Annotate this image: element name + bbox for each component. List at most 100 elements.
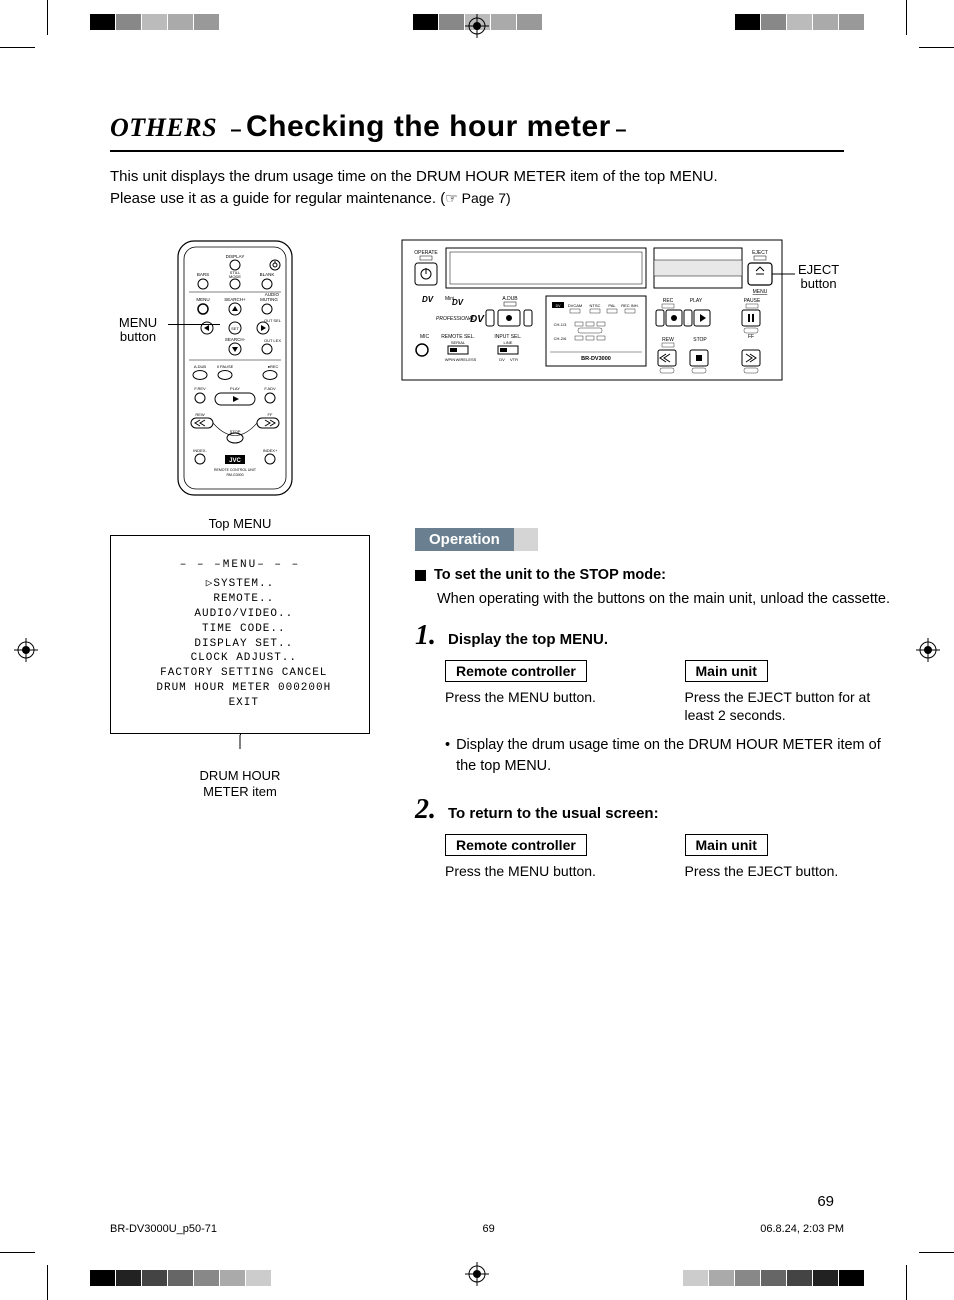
svg-text:OUT SEL: OUT SEL — [264, 318, 282, 323]
crop-mark — [906, 1265, 907, 1300]
eject-button-label: button — [801, 276, 837, 291]
step2-main-text: Press the EJECT button. — [685, 862, 895, 881]
remote-label: DISPLAY — [226, 254, 245, 259]
svg-text:FF: FF — [748, 334, 754, 340]
section-label: OTHERS — [110, 113, 217, 142]
intro-text: This unit displays the drum usage time o… — [110, 166, 844, 210]
svg-text:PAL: PAL — [608, 303, 616, 308]
registration-mark-icon — [14, 638, 38, 662]
svg-text:BR-DV3000: BR-DV3000 — [581, 356, 611, 362]
step1-remote-text: Press the MENU button. — [445, 688, 655, 707]
crop-mark — [47, 1265, 48, 1300]
menu-item: CLOCK ADJUST.. — [183, 652, 297, 664]
svg-text:REW: REW — [195, 412, 205, 417]
svg-text:BARS: BARS — [197, 272, 209, 277]
svg-text:SEARCH-: SEARCH- — [225, 337, 246, 342]
print-gray-bar — [90, 1270, 271, 1286]
svg-text:PLAY: PLAY — [690, 298, 703, 304]
drum-hour-label: DRUM HOUR — [200, 768, 281, 783]
page-title: Checking the hour meter — [246, 110, 611, 143]
stop-mode-heading: To set the unit to the STOP mode: — [434, 565, 666, 585]
print-gray-bar — [683, 1270, 864, 1286]
svg-text:MUTING: MUTING — [260, 297, 278, 302]
svg-text:F.ADV: F.ADV — [264, 386, 276, 391]
menu-item: REMOTE.. — [206, 593, 274, 605]
svg-text:JVC: JVC — [229, 458, 241, 464]
svg-text:EJECT: EJECT — [752, 250, 768, 256]
crop-mark — [919, 47, 954, 48]
top-menu-label: Top MENU — [110, 516, 370, 531]
svg-text:PAUSE: PAUSE — [744, 298, 761, 304]
svg-text:MODE: MODE — [229, 274, 241, 279]
operation-section: Operation To set the unit to the STOP mo… — [415, 510, 894, 881]
menu-button-label: MENU — [119, 315, 157, 330]
svg-text:INDEX+: INDEX+ — [263, 448, 278, 453]
menu-item: DRUM HOUR METER 000200H — [149, 682, 331, 694]
remote-controller-label: Remote controller — [445, 660, 587, 682]
svg-text:RM-G3000: RM-G3000 — [226, 473, 243, 477]
svg-text:MENU: MENU — [196, 297, 209, 302]
leader-line — [110, 735, 370, 753]
menu-item: EXIT — [221, 697, 259, 709]
svg-text:MENU: MENU — [753, 289, 768, 295]
svg-text:CH-2/6: CH-2/6 — [554, 336, 567, 341]
heading-tail — [514, 528, 538, 551]
svg-text:DV: DV — [452, 298, 464, 307]
svg-text:REC INH.: REC INH. — [621, 303, 639, 308]
svg-text:INDEX-: INDEX- — [193, 448, 207, 453]
remote-controller-figure: MENU button DISPLAY BARS STILL MODE BLAN… — [110, 238, 360, 801]
svg-text:A.DUB: A.DUB — [194, 364, 207, 369]
step-number: 2. — [415, 794, 436, 826]
menu-item: DISPLAY SET.. — [187, 638, 293, 650]
svg-text:DV: DV — [470, 314, 485, 325]
main-unit-label: Main unit — [685, 660, 768, 682]
svg-text:BLANK: BLANK — [260, 272, 275, 277]
stop-mode-body: When operating with the buttons on the m… — [437, 589, 894, 609]
menu-button-label: button — [120, 329, 156, 344]
svg-text:REMOTE CONTROL UNIT: REMOTE CONTROL UNIT — [214, 468, 257, 472]
step-title: To return to the usual screen: — [448, 805, 659, 822]
svg-text:●REC: ●REC — [268, 364, 279, 369]
svg-text:DVCAM: DVCAM — [568, 303, 582, 308]
svg-text:II PAUSE: II PAUSE — [217, 364, 234, 369]
operation-heading: Operation — [415, 528, 514, 551]
crop-mark — [919, 1252, 954, 1253]
dash: – — [615, 119, 626, 141]
page-number: 69 — [817, 1193, 834, 1210]
svg-text:VTR: VTR — [510, 357, 518, 362]
registration-mark-icon — [465, 14, 489, 38]
svg-text:SERIAL: SERIAL — [451, 340, 466, 345]
footer-filename: BR-DV3000U_p50-71 — [110, 1223, 217, 1235]
svg-text:DV: DV — [499, 357, 505, 362]
svg-text:DV: DV — [556, 304, 562, 308]
step-number: 1. — [415, 620, 436, 652]
square-bullet-icon — [415, 570, 426, 581]
page-title-row: OTHERS – Checking the hour meter – — [110, 110, 844, 152]
drum-hour-label: METER item — [203, 784, 277, 799]
bullet-icon: • — [445, 735, 450, 776]
registration-mark-icon — [465, 1262, 489, 1286]
dash: – — [230, 119, 241, 141]
remote-controller-label: Remote controller — [445, 834, 587, 856]
svg-text:MIC: MIC — [420, 334, 430, 340]
step2-remote-text: Press the MENU button. — [445, 862, 655, 881]
deck-figure: OPERATE EJECT MENU DV Mini DV PROFE — [400, 238, 844, 388]
svg-text:LINE: LINE — [504, 340, 513, 345]
menu-item: AUDIO/VIDEO.. — [187, 608, 293, 620]
step1-main-text: Press the EJECT button for at least 2 se… — [685, 688, 895, 726]
remote-illustration: DISPLAY BARS STILL MODE BLANK AUDIO MENU… — [175, 238, 295, 498]
step-title: Display the top MENU. — [448, 631, 608, 648]
svg-text:PLAY: PLAY — [230, 386, 240, 391]
intro-line1: This unit displays the drum usage time o… — [110, 168, 718, 185]
svg-text:SEARCH+: SEARCH+ — [224, 297, 246, 302]
eject-button-label: EJECT — [798, 262, 839, 277]
intro-line2: Please use it as a guide for regular mai… — [110, 190, 445, 207]
svg-text:OPERATE: OPERATE — [414, 250, 438, 256]
svg-text:SET: SET — [231, 326, 239, 331]
menu-screen: – – –MENU– – –▷SYSTEM.. REMOTE.. AUDIO/V… — [110, 535, 370, 734]
svg-text:F.REV: F.REV — [194, 386, 206, 391]
leader-line — [168, 324, 220, 325]
svg-text:WIRELESS: WIRELESS — [456, 357, 477, 362]
svg-text:FF: FF — [268, 412, 273, 417]
step1-bullet-text: Display the drum usage time on the DRUM … — [456, 735, 894, 776]
